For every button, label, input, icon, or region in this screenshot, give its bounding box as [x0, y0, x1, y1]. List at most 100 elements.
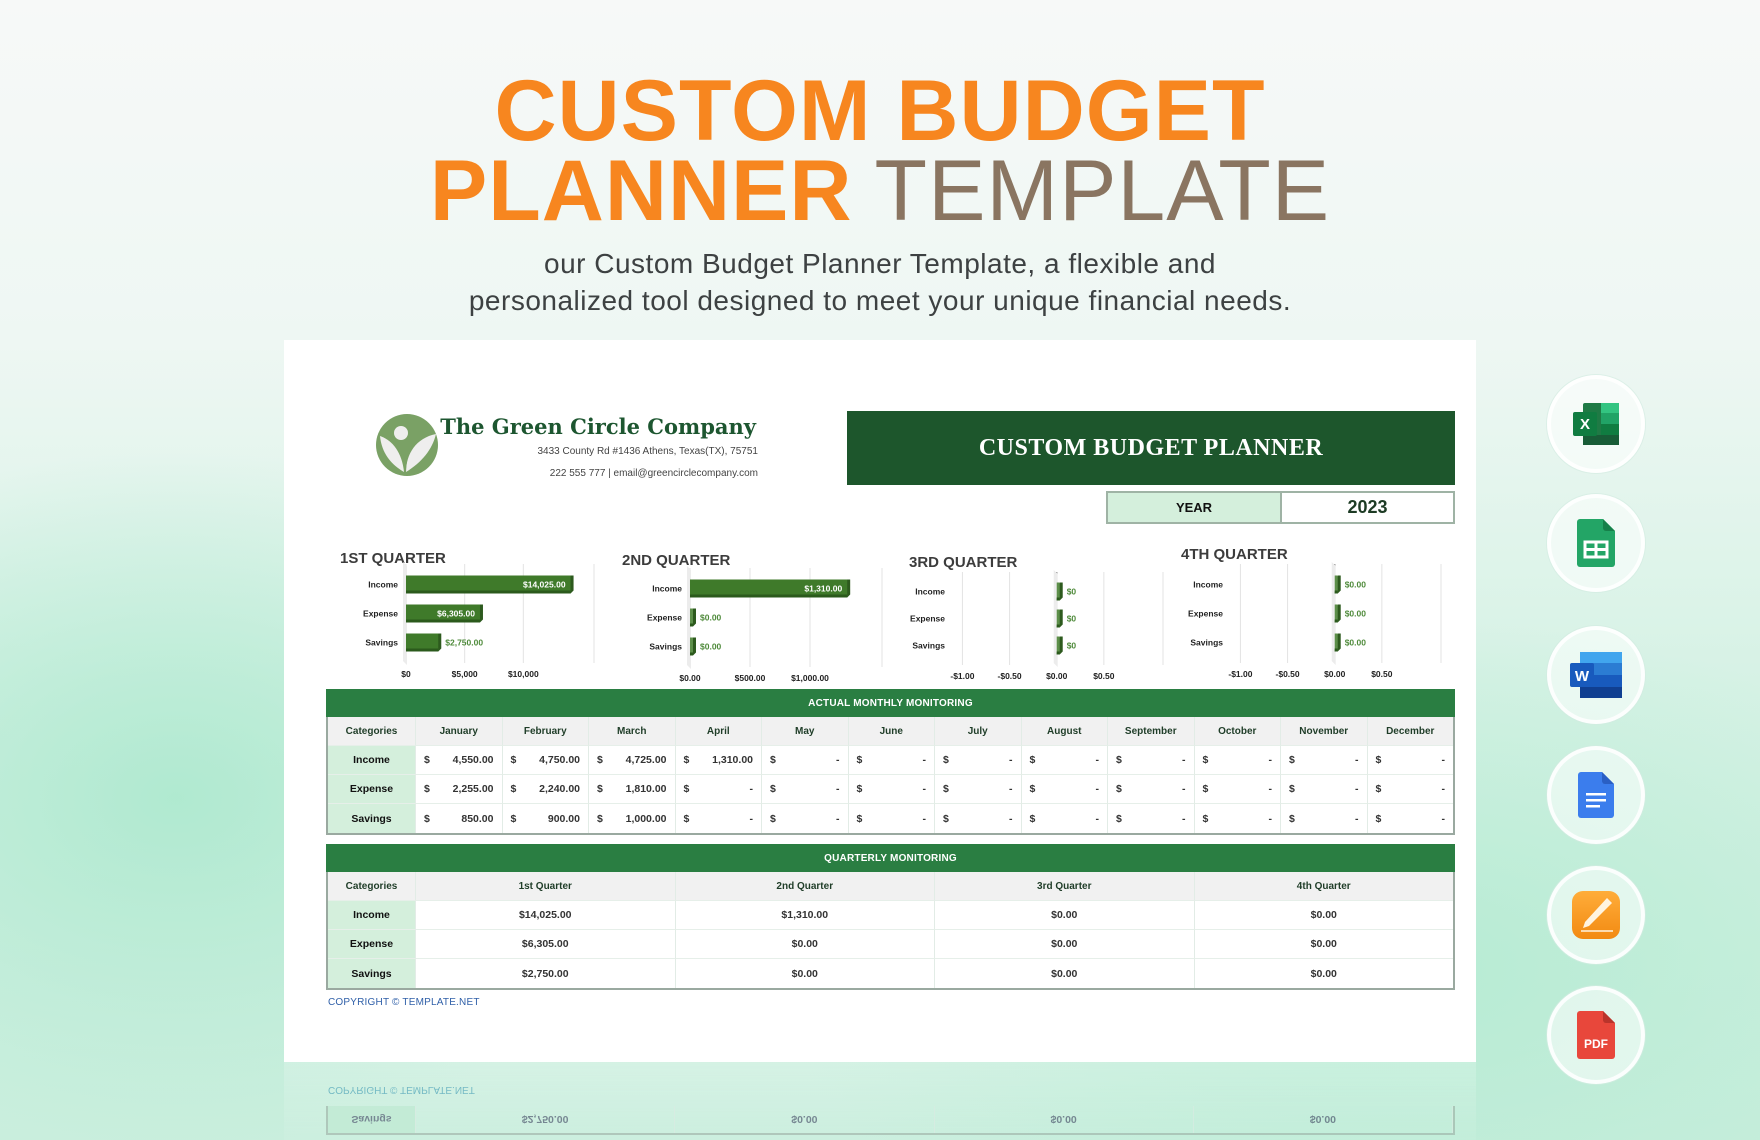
- quarterly-value-cell[interactable]: $6,305.00: [416, 930, 676, 959]
- quarterly-value-cell[interactable]: $0.00: [935, 901, 1195, 930]
- quarterly-value-cell[interactable]: $0.00: [935, 930, 1195, 959]
- amount: 4,550.00: [452, 754, 494, 766]
- monthly-value-cell[interactable]: $ -: [1021, 746, 1108, 775]
- quarterly-value-cell[interactable]: $1,310.00: [675, 901, 935, 930]
- amount: -: [836, 812, 840, 825]
- format-google-sheets-button[interactable]: [1547, 494, 1645, 592]
- monthly-value-cell[interactable]: $ -: [1108, 804, 1195, 833]
- monthly-value-cell[interactable]: $ -: [1367, 746, 1453, 775]
- currency-symbol: $: [597, 754, 603, 766]
- quarterly-value-cell[interactable]: $0.00: [1194, 930, 1453, 959]
- pdf-icon: PDF: [1577, 1011, 1615, 1059]
- monthly-value-cell[interactable]: $ -: [1281, 775, 1368, 804]
- year-value[interactable]: 2023: [1282, 493, 1453, 522]
- x-tick-label: $500.00: [735, 673, 766, 683]
- monthly-table-title: ACTUAL MONTHLY MONITORING: [326, 689, 1455, 717]
- currency-symbol: $: [597, 812, 603, 825]
- quarter-header-2: 2nd Quarter: [675, 872, 935, 901]
- monthly-value-cell[interactable]: $ -: [1108, 746, 1195, 775]
- monthly-value-cell[interactable]: $ -: [848, 775, 935, 804]
- monthly-value-cell[interactable]: $4,750.00: [502, 746, 589, 775]
- format-word-button[interactable]: W: [1547, 626, 1645, 724]
- monthly-value-cell[interactable]: $ -: [1022, 804, 1108, 833]
- currency-symbol: $: [683, 812, 690, 825]
- bar-bottom-edge: [406, 590, 571, 594]
- amount: -: [749, 783, 754, 795]
- amount: -: [1268, 754, 1273, 766]
- copyright-text: COPYRIGHT © TEMPLATE.NET: [328, 997, 480, 1008]
- monthly-value-cell[interactable]: $1,310.00: [675, 746, 762, 775]
- monthly-value-cell[interactable]: $ -: [1195, 804, 1281, 833]
- quarterly-value-cell[interactable]: $14,025.00: [416, 901, 676, 930]
- bar-bottom-edge: [1334, 590, 1338, 594]
- amount: -: [922, 754, 927, 766]
- quarterly-row-income: Income $14,025.00 $1,310.00 $0.00 $0.00: [328, 901, 1453, 930]
- monthly-value-cell[interactable]: $ -: [762, 775, 849, 804]
- monthly-value-cell[interactable]: $2,240.00: [502, 775, 589, 804]
- month-header-march: March: [589, 717, 676, 746]
- monthly-value-cell[interactable]: $850.00: [416, 804, 503, 833]
- format-pdf-button[interactable]: PDF: [1547, 986, 1645, 1084]
- x-tick-label: $0.00: [1324, 669, 1346, 679]
- monthly-value-cell[interactable]: $ -: [675, 775, 762, 804]
- quarterly-value-cell[interactable]: $0.00: [1195, 959, 1454, 988]
- monthly-value-cell[interactable]: $ -: [1194, 775, 1281, 804]
- quarterly-value-cell[interactable]: $0.00: [676, 959, 935, 988]
- monthly-value-cell[interactable]: $4,550.00: [416, 746, 503, 775]
- apple-pages-icon: [1572, 891, 1620, 939]
- value-label: $0.00: [700, 613, 722, 623]
- x-tick-label: -$1.00: [950, 671, 974, 681]
- amount: -: [1095, 783, 1100, 795]
- currency-symbol: $: [856, 783, 863, 795]
- monthly-value-cell[interactable]: $ -: [1108, 775, 1195, 804]
- x-tick-label: -$0.50: [998, 671, 1022, 681]
- monthly-value-cell[interactable]: $1,810.00: [589, 775, 676, 804]
- monthly-value-cell[interactable]: $4,725.00: [589, 746, 676, 775]
- quarterly-value-cell[interactable]: $0.00: [935, 959, 1195, 988]
- format-google-docs-button[interactable]: [1547, 746, 1645, 844]
- value-label: $1,310.00: [804, 584, 842, 594]
- amount: -: [1095, 812, 1100, 825]
- bar-bottom-edge: [406, 619, 480, 623]
- monthly-value-cell[interactable]: $ -: [1281, 804, 1368, 833]
- monthly-value-cell[interactable]: $ -: [762, 746, 849, 775]
- amount: 2,240.00: [539, 783, 580, 795]
- month-header-may: May: [762, 717, 849, 746]
- monthly-value-cell[interactable]: $ -: [1021, 775, 1108, 804]
- monthly-header-row: Categories January February March April May J…: [328, 717, 1453, 746]
- quarterly-table-body: Income $14,025.00 $1,310.00 $0.00 $0.00 Expen…: [328, 901, 1453, 988]
- categories-header: Categories: [328, 872, 416, 901]
- category-label: Income: [915, 587, 945, 597]
- category-label: Expense: [328, 775, 416, 804]
- x-tick-label: -$0.50: [1276, 669, 1300, 679]
- amount: 1,810.00: [625, 783, 667, 795]
- monthly-value-cell[interactable]: $ -: [848, 746, 935, 775]
- monthly-value-cell[interactable]: $900.00: [503, 804, 589, 833]
- currency-symbol: $: [1289, 812, 1295, 825]
- amount: -: [1009, 783, 1013, 795]
- category-label: Expense: [363, 609, 398, 619]
- monthly-value-cell[interactable]: $ -: [1367, 775, 1453, 804]
- amount: 1,000.00: [625, 812, 667, 825]
- format-apple-pages-button[interactable]: [1547, 866, 1645, 964]
- company-name: The Green Circle Company: [440, 414, 756, 439]
- monthly-value-cell[interactable]: $ -: [1281, 746, 1368, 775]
- currency-symbol: $: [1375, 754, 1382, 766]
- monthly-value-cell[interactable]: $ -: [1194, 746, 1281, 775]
- monthly-value-cell[interactable]: $ -: [935, 775, 1022, 804]
- word-icon: W: [1570, 652, 1622, 698]
- currency-symbol: $: [424, 812, 430, 825]
- quarterly-value-cell[interactable]: $0.00: [1194, 901, 1453, 930]
- monthly-value-cell[interactable]: $1,000.00: [589, 804, 676, 833]
- quarterly-value-cell[interactable]: $0.00: [675, 930, 935, 959]
- quarterly-value-cell[interactable]: $2,750.00: [416, 959, 676, 988]
- monthly-value-cell[interactable]: $ -: [935, 746, 1022, 775]
- monthly-value-cell[interactable]: $ -: [935, 804, 1022, 833]
- monthly-value-cell[interactable]: $ -: [762, 804, 849, 833]
- monthly-value-cell[interactable]: $ -: [849, 804, 935, 833]
- month-header-june: June: [848, 717, 935, 746]
- monthly-value-cell[interactable]: $ -: [676, 804, 762, 833]
- monthly-value-cell[interactable]: $ -: [1368, 804, 1454, 833]
- monthly-value-cell[interactable]: $2,255.00: [416, 775, 503, 804]
- format-excel-button[interactable]: X: [1547, 375, 1645, 473]
